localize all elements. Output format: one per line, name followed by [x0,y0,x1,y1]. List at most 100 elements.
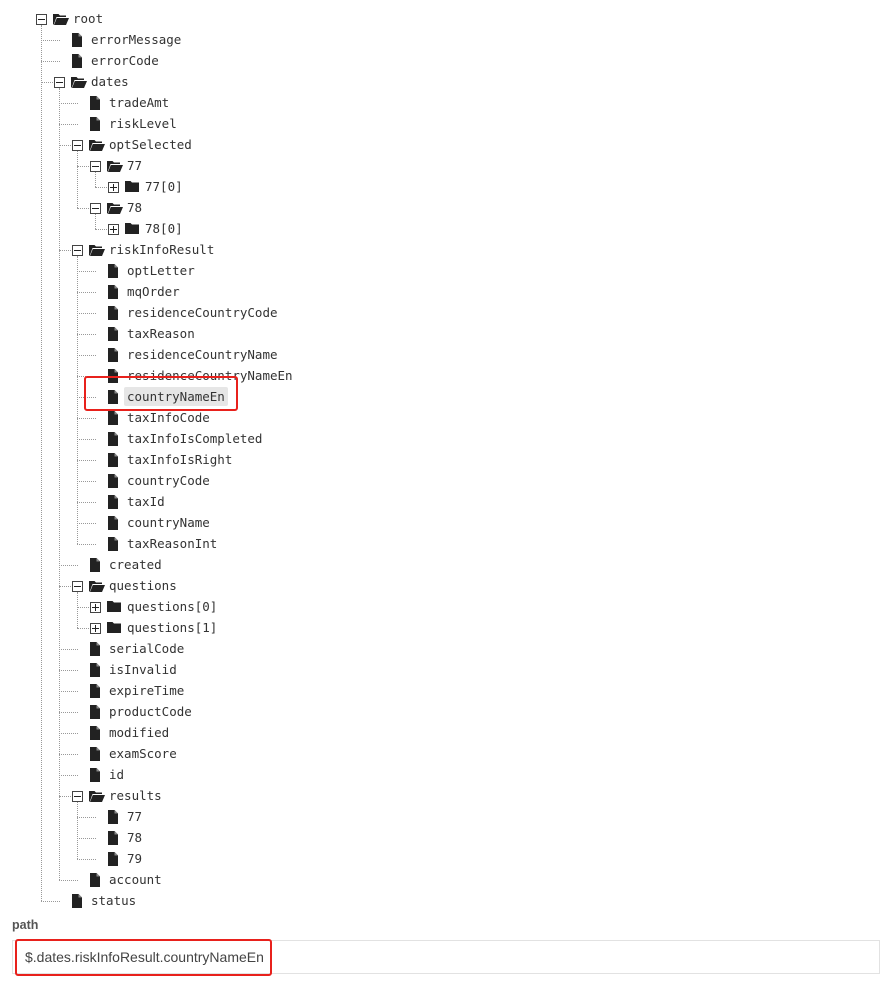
file-icon [107,495,121,509]
tree-node-examscore[interactable]: examScore [106,744,180,763]
file-icon [71,894,85,908]
tree-node-mqorder[interactable]: mqOrder [124,282,183,301]
file-icon [89,747,103,761]
tree-connector [77,523,96,524]
tree-node-questions[interactable]: questions [106,576,180,595]
tree-node-account[interactable]: account [106,870,165,889]
tree-connector [77,481,96,482]
tree-connector [59,565,78,566]
file-icon [107,285,121,299]
tree-node-optletter[interactable]: optLetter [124,261,198,280]
tree-connector [59,775,78,776]
file-icon [107,453,121,467]
collapse-toggle[interactable] [36,14,47,25]
expand-toggle[interactable] [90,602,101,613]
tree-connector [77,418,96,419]
tree-connector [77,334,96,335]
tree-node-taxinfoisright[interactable]: taxInfoIsRight [124,450,235,469]
tree-node-taxinfoiscompleted[interactable]: taxInfoIsCompleted [124,429,265,448]
tree-connector [41,82,53,83]
expand-toggle[interactable] [90,623,101,634]
folder-open-icon [53,12,69,26]
tree-node-79[interactable]: 79 [124,849,145,868]
tree-node-tradeamt[interactable]: tradeAmt [106,93,172,112]
tree-connector [59,586,71,587]
collapse-toggle[interactable] [72,140,83,151]
file-icon [71,54,85,68]
tree-node-errorcode[interactable]: errorCode [88,51,162,70]
tree-node-taxreason[interactable]: taxReason [124,324,198,343]
tree-connector [59,880,78,881]
expand-toggle[interactable] [108,182,119,193]
tree-node-id[interactable]: id [106,765,127,784]
tree-node-results[interactable]: results [106,786,165,805]
tree-node-serialcode[interactable]: serialCode [106,639,187,658]
file-icon [89,684,103,698]
tree-connector [59,103,78,104]
tree-connector [77,271,96,272]
tree-node-residencecountryname[interactable]: residenceCountryName [124,345,281,364]
tree-connector [77,607,89,608]
tree-node-riskinforesult[interactable]: riskInfoResult [106,240,217,259]
tree-guide [95,172,96,187]
tree-node-77-0[interactable]: 77[0] [142,177,186,196]
tree-connector [77,502,96,503]
tree-node-taxreasonint[interactable]: taxReasonInt [124,534,220,553]
tree-node-dates[interactable]: dates [88,72,132,91]
tree-guide [77,802,78,859]
tree-guide [41,25,42,901]
file-icon [107,327,121,341]
tree-node-78[interactable]: 78 [124,828,145,847]
tree-node-77[interactable]: 77 [124,156,145,175]
collapse-toggle[interactable] [72,245,83,256]
folder-open-icon [89,789,105,803]
tree-node-status[interactable]: status [88,891,139,910]
expand-toggle[interactable] [108,224,119,235]
tree-connector [95,187,107,188]
tree-connector [59,733,78,734]
tree-node-questions-0[interactable]: questions[0] [124,597,220,616]
tree-connector [77,628,89,629]
tree-node-productcode[interactable]: productCode [106,702,195,721]
tree-node-taxinfocode[interactable]: taxInfoCode [124,408,213,427]
tree-node-modified[interactable]: modified [106,723,172,742]
tree-node-expiretime[interactable]: expireTime [106,681,187,700]
tree-node-root[interactable]: root [70,9,106,28]
tree-node-countryname[interactable]: countryName [124,513,213,532]
tree-connector [77,166,89,167]
file-icon [107,474,121,488]
tree-connector [77,838,96,839]
tree-node-residencecountrycode[interactable]: residenceCountryCode [124,303,281,322]
tree-node-risklevel[interactable]: riskLevel [106,114,180,133]
collapse-toggle[interactable] [54,77,65,88]
file-icon [107,348,121,362]
tree-connector [59,250,71,251]
file-icon [89,873,103,887]
tree-node-taxid[interactable]: taxId [124,492,168,511]
tree-node-countrycode[interactable]: countryCode [124,471,213,490]
collapse-toggle[interactable] [72,791,83,802]
tree-node-78[interactable]: 78 [124,198,145,217]
file-icon [89,768,103,782]
folder-open-icon [89,579,105,593]
file-icon [107,411,121,425]
collapse-toggle[interactable] [90,161,101,172]
tree-connector [77,544,96,545]
tree-node-77[interactable]: 77 [124,807,145,826]
file-icon [107,264,121,278]
tree-node-isinvalid[interactable]: isInvalid [106,660,180,679]
tree-guide [77,592,78,628]
tree-connector [77,292,96,293]
tree-node-optselected[interactable]: optSelected [106,135,195,154]
tree-node-created[interactable]: created [106,555,165,574]
collapse-toggle[interactable] [90,203,101,214]
tree-node-questions-1[interactable]: questions[1] [124,618,220,637]
tree-node-errormessage[interactable]: errorMessage [88,30,184,49]
tree-connector [41,61,60,62]
folder-open-icon [107,201,123,215]
collapse-toggle[interactable] [72,581,83,592]
file-icon [89,642,103,656]
json-tree: root errorMessage errorCode dates tradeAmt ri… [0,0,892,915]
tree-node-78-0[interactable]: 78[0] [142,219,186,238]
folder-open-icon [89,243,105,257]
